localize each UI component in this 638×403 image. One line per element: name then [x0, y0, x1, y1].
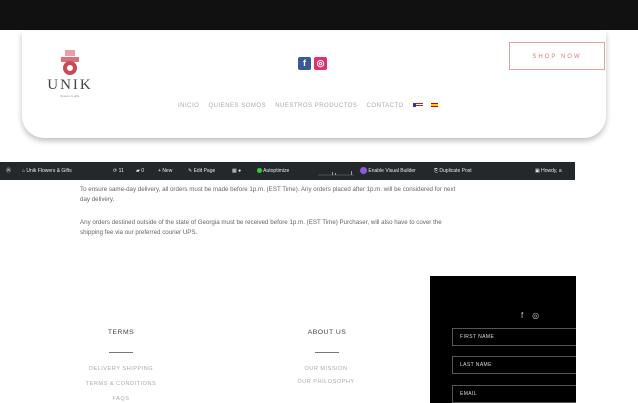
instagram-icon[interactable]: ◎ [314, 57, 327, 70]
footer-link-delivery-shipping[interactable]: DELIVERY SHIPPING [71, 366, 171, 372]
footer-terms-divider [109, 352, 133, 353]
newsletter-panel: f ◎ FIRST NAME LAST NAME EMAIL [430, 276, 576, 403]
admin-updates[interactable]: ⟳ 11 [113, 162, 124, 180]
facebook-icon[interactable]: f [521, 311, 523, 320]
first-name-field[interactable]: FIRST NAME [452, 328, 576, 346]
delivery-policy-paragraph: To ensure same-day delivery, all orders … [80, 186, 456, 203]
nav-item-quienes-somos[interactable]: QUIENES SOMOS [209, 103, 267, 109]
admin-duplicate-post[interactable]: ⎘ Duplicate Post [434, 162, 472, 180]
footer-about-title: ABOUT US [307, 329, 347, 336]
shipping-policy-paragraph: Any orders destined outside of the state… [80, 219, 442, 236]
admin-site-name[interactable]: ⌂ Unik Flowers & Gifts [22, 162, 72, 180]
wp-admin-bar: Ⓦ ⌂ Unik Flowers & Gifts ⟳ 11 ▰ 0 + New … [0, 162, 575, 180]
nav-item-contacto[interactable]: CONTACTO [367, 103, 404, 109]
footer-link-faqs[interactable]: FAQS [71, 396, 171, 402]
wordpress-icon[interactable]: Ⓦ [6, 162, 11, 180]
site-header: UNIK flowers & gifts f ◎ SHOP NOW INICIO … [22, 31, 606, 138]
gift-box-logo-icon [61, 50, 79, 75]
footer-link-terms-conditions[interactable]: TERMS & CONDITIONS [71, 381, 171, 387]
us-flag-icon[interactable] [412, 103, 423, 108]
footer-link-our-mission[interactable]: OUR MISSION [276, 366, 376, 372]
autoptimize-status-icon [257, 168, 262, 174]
shop-now-button[interactable]: SHOP NOW [509, 42, 605, 70]
admin-visual-builder[interactable]: Enable Visual Builder [360, 162, 416, 180]
main-nav: INICIO QUIENES SOMOS NUESTROS PRODUCTOS … [178, 103, 446, 109]
instagram-icon[interactable]: ◎ [532, 311, 539, 320]
footer-terms-title: TERMS [107, 329, 135, 336]
nav-item-inicio[interactable]: INICIO [178, 103, 199, 109]
admin-edit-page[interactable]: ✎ Edit Page [188, 162, 215, 180]
facebook-icon[interactable]: f [298, 57, 311, 70]
logo-tagline: flowers & gifts [60, 94, 80, 98]
admin-autoptimize[interactable]: Autoptimize [257, 162, 289, 180]
admin-new[interactable]: + New [158, 162, 172, 180]
logo-wordmark: UNIK [47, 77, 93, 93]
activity-graph-icon [318, 171, 354, 176]
admin-howdy[interactable]: ▣ Howdy, a [535, 162, 562, 180]
admin-comments[interactable]: ▰ 0 [136, 162, 144, 180]
admin-stats[interactable]: ▦ ● [232, 162, 241, 180]
last-name-field[interactable]: LAST NAME [452, 356, 576, 374]
footer-link-our-philosophy[interactable]: OUR PHILOSOPHY [276, 379, 376, 385]
newsletter-social-links: f ◎ [521, 311, 539, 320]
top-dark-band [0, 0, 638, 30]
divi-icon [360, 167, 367, 175]
status-dot-icon: ● [238, 168, 242, 174]
email-field[interactable]: EMAIL [452, 385, 576, 403]
footer-about-divider [315, 352, 339, 353]
header-social-links: f ◎ [298, 53, 330, 71]
nav-item-nuestros-productos[interactable]: NUESTROS PRODUCTOS [275, 103, 357, 109]
spain-flag-icon[interactable] [430, 103, 438, 108]
